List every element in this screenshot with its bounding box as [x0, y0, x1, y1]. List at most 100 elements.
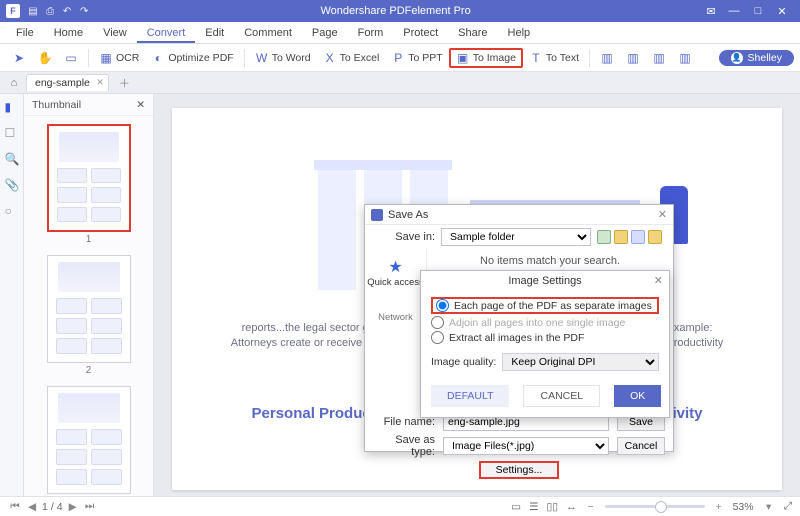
save-as-titlebar[interactable]: Save As ✕: [365, 205, 673, 225]
close-tab-icon[interactable]: ✕: [96, 77, 104, 88]
menu-view[interactable]: View: [93, 22, 137, 43]
menu-help[interactable]: Help: [498, 22, 541, 43]
image-quality-select[interactable]: Keep Original DPI: [502, 353, 659, 371]
opt-extract-radio[interactable]: [431, 331, 444, 344]
menu-file[interactable]: File: [6, 22, 44, 43]
thumbnail-header: Thumbnail ✕: [24, 94, 153, 116]
thumbnail-page[interactable]: 3: [47, 386, 131, 496]
opt-extract-images[interactable]: Extract all images in the PDF: [431, 330, 659, 345]
sidebar-comments-icon[interactable]: ○: [5, 204, 19, 218]
imgset-cancel-button[interactable]: CANCEL: [523, 385, 600, 407]
view-two-page-icon[interactable]: ▯▯: [547, 501, 559, 513]
zoom-out-icon[interactable]: −: [585, 501, 597, 513]
tool-optimize-pdf[interactable]: ◐Optimize PDF: [145, 49, 239, 67]
save-in-select[interactable]: Sample folder: [441, 228, 591, 246]
qa-redo-icon[interactable]: ↷: [77, 6, 91, 17]
tool-to-excel[interactable]: XTo Excel: [317, 49, 386, 67]
tool-to-word[interactable]: WTo Word: [249, 49, 317, 67]
quick-access-label[interactable]: Quick access: [365, 277, 426, 288]
page-first-icon[interactable]: ⏮: [8, 500, 22, 513]
to-word-label: To Word: [272, 52, 311, 64]
sidebar-thumbnails-icon[interactable]: ▮: [5, 100, 19, 114]
tool-select[interactable]: ▭: [58, 49, 84, 67]
sidebar-attachments-icon[interactable]: 📎: [5, 178, 19, 192]
sidebar-bookmarks-icon[interactable]: ☐: [5, 126, 19, 140]
window-minimize[interactable]: —: [722, 5, 746, 17]
network-label[interactable]: Network: [365, 312, 426, 323]
tool-ocr[interactable]: ▦OCR: [93, 49, 145, 67]
tool-hand[interactable]: ✋: [32, 49, 58, 67]
opt-adjoin-label: Adjoin all pages into one single image: [449, 317, 625, 329]
tool-to-ppt[interactable]: PTo PPT: [385, 49, 448, 67]
select-icon: ▭: [64, 51, 78, 65]
tool-pointer[interactable]: ➤: [6, 49, 32, 67]
page-last-icon[interactable]: ⏭: [83, 500, 97, 513]
opt-each-page-radio[interactable]: [436, 299, 449, 312]
menu-comment[interactable]: Comment: [234, 22, 302, 43]
window-maximize[interactable]: □: [746, 5, 770, 17]
tool-to-text[interactable]: TTo Text: [523, 49, 585, 67]
menu-form[interactable]: Form: [348, 22, 394, 43]
saveas-cancel-button[interactable]: Cancel: [617, 437, 665, 455]
menu-page[interactable]: Page: [302, 22, 348, 43]
add-tab-button[interactable]: ＋: [113, 75, 136, 91]
settings-button[interactable]: Settings...: [479, 461, 559, 479]
opt-each-page-separate[interactable]: Each page of the PDF as separate images: [431, 297, 659, 314]
tool-to-image[interactable]: ▣To Image: [449, 48, 523, 68]
view-fitwidth-icon[interactable]: ↔: [566, 501, 577, 513]
extra-icon: ▥: [652, 51, 666, 65]
window-close[interactable]: ✕: [770, 5, 794, 18]
nav-up-icon[interactable]: [614, 230, 628, 244]
menu-edit[interactable]: Edit: [195, 22, 234, 43]
empty-list-message: No items match your search.: [480, 255, 620, 267]
image-settings-titlebar[interactable]: Image Settings ✕: [421, 271, 669, 291]
tool-convert-extra-1[interactable]: ▥: [594, 49, 620, 67]
menu-share[interactable]: Share: [448, 22, 497, 43]
opt-adjoin-radio[interactable]: [431, 316, 444, 329]
zoom-in-icon[interactable]: +: [713, 501, 725, 513]
qa-open-icon[interactable]: ▤: [26, 6, 40, 17]
folder-nav-icons: [597, 230, 662, 244]
page-next-icon[interactable]: ▶: [66, 501, 80, 513]
menu-home[interactable]: Home: [44, 22, 93, 43]
convert-ribbon: ➤ ✋ ▭ ▦OCR ◐Optimize PDF WTo Word XTo Ex…: [0, 44, 800, 72]
image-quality-row: Image quality: Keep Original DPI: [421, 349, 669, 379]
quick-access-icon[interactable]: ★: [365, 257, 426, 277]
nav-view-icon[interactable]: [648, 230, 662, 244]
image-settings-close-icon[interactable]: ✕: [654, 274, 663, 287]
document-canvas[interactable]: Legal reports...the legal sector goes th…: [154, 94, 800, 496]
document-tab-strip: ⌂ eng-sample ✕ ＋: [0, 72, 800, 94]
thumbnail-close-icon[interactable]: ✕: [136, 99, 145, 111]
fullscreen-icon[interactable]: ⤢: [784, 500, 792, 513]
sidebar-search-icon[interactable]: 🔍: [5, 152, 19, 166]
zoom-slider[interactable]: [605, 505, 705, 508]
default-button[interactable]: DEFAULT: [431, 385, 509, 407]
user-pill[interactable]: 👤 Shelley: [719, 50, 794, 66]
opt-adjoin-single[interactable]: Adjoin all pages into one single image: [431, 315, 659, 330]
nav-back-icon[interactable]: [597, 230, 611, 244]
tool-convert-extra-4[interactable]: ▥: [672, 49, 698, 67]
save-as-type-select[interactable]: Image Files(*.jpg): [443, 437, 609, 455]
menu-convert[interactable]: Convert: [137, 22, 196, 43]
qa-save-icon[interactable]: ⎙: [43, 6, 57, 17]
tool-convert-extra-3[interactable]: ▥: [646, 49, 672, 67]
thumb-page-number: 2: [86, 365, 92, 376]
tool-convert-extra-2[interactable]: ▥: [620, 49, 646, 67]
messages-icon[interactable]: ✉: [700, 5, 722, 18]
document-tab[interactable]: eng-sample ✕: [26, 74, 109, 91]
thumbnail-page[interactable]: 2: [47, 255, 131, 376]
thumbnail-page[interactable]: 1: [47, 124, 131, 245]
page-prev-icon[interactable]: ◀: [25, 501, 39, 513]
image-settings-options: Each page of the PDF as separate images …: [421, 291, 669, 349]
ok-button[interactable]: OK: [614, 385, 661, 407]
word-icon: W: [255, 51, 269, 65]
extra-icon: ▥: [600, 51, 614, 65]
qa-undo-icon[interactable]: ↶: [60, 6, 74, 17]
view-single-icon[interactable]: ▭: [511, 501, 521, 513]
nav-newfolder-icon[interactable]: [631, 230, 645, 244]
save-as-close-icon[interactable]: ✕: [658, 208, 667, 221]
view-continuous-icon[interactable]: ☰: [529, 501, 538, 513]
tab-home-icon[interactable]: ⌂: [6, 75, 22, 91]
menu-protect[interactable]: Protect: [393, 22, 448, 43]
zoom-dropdown-icon[interactable]: ▾: [762, 501, 776, 513]
